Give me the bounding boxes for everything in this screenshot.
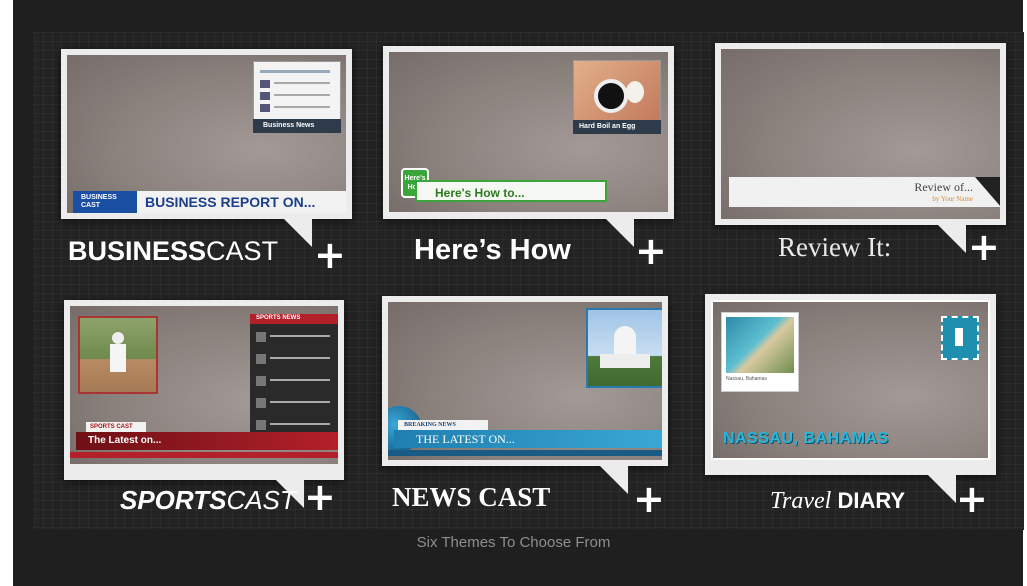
theme-name-bold: SPORTS <box>120 485 227 515</box>
side-panel-title: SPORTS NEWS <box>256 315 301 321</box>
add-theme-newscast-icon[interactable]: + <box>633 480 665 518</box>
lower-third-tag-text: SPORTS CAST <box>90 424 133 430</box>
lower-third-text: The Latest on... <box>88 435 162 446</box>
lower-third-bar: BUSINESS REPORT ON... <box>137 191 346 213</box>
theme-name-travel-diary[interactable]: Travel DIARY <box>770 488 905 515</box>
add-theme-review-it-icon[interactable]: + <box>968 228 1000 266</box>
inset-label: Nassau, Bahamas <box>726 376 767 382</box>
lower-third-tag: SPORTS CAST <box>86 422 146 432</box>
theme-name-businesscast[interactable]: BUSINESSCAST <box>68 236 278 267</box>
theme-tile-travel-diary[interactable]: Nassau, Bahamas NASSAU, BAHAMAS <box>705 294 996 503</box>
inset-beach-photo: Nassau, Bahamas <box>721 312 799 392</box>
theme-preview: Review of... by Your Name <box>721 49 1000 219</box>
gallery-caption: Six Themes To Choose From <box>416 534 611 551</box>
theme-name-review-it[interactable]: Review It: <box>778 232 891 263</box>
theme-preview: BREAKING NEWS THE LATEST ON... <box>388 302 662 460</box>
theme-name-script: Travel <box>770 488 832 514</box>
inset-capitol-photo <box>586 308 662 388</box>
lower-third-text: BUSINESS REPORT ON... <box>145 194 316 210</box>
lower-third-text: Here's How to... <box>435 186 525 200</box>
theme-name-bold: DIARY <box>837 488 906 513</box>
theme-preview: Business News BUSINESS CAST BUSINESS REP… <box>67 55 346 213</box>
place-text: NASSAU, BAHAMAS <box>723 430 889 447</box>
lower-third-bar: Review of... by Your Name <box>729 177 1000 207</box>
inset-label: Hard Boil an Egg <box>579 123 636 130</box>
lower-third-text: Review of... <box>914 180 973 194</box>
theme-preview: SPORTS NEWS SPORTS CAST The Latest on... <box>70 306 338 464</box>
add-theme-travel-diary-icon[interactable]: + <box>956 480 988 518</box>
theme-name-sportscast[interactable]: SPORTSCAST <box>120 485 296 516</box>
stamp-icon <box>941 316 979 360</box>
theme-name-light: CAST <box>226 485 296 515</box>
inset-webpage-thumbnail <box>253 61 341 121</box>
theme-name-light: CAST <box>206 236 279 266</box>
lower-third-logo: BUSINESS CAST <box>73 191 137 213</box>
theme-name-bold: BUSINESS <box>68 236 207 266</box>
theme-tile-sportscast[interactable]: SPORTS NEWS SPORTS CAST The Latest on... <box>64 300 344 508</box>
theme-preview: Nassau, Bahamas NASSAU, BAHAMAS <box>711 300 990 460</box>
lower-third-tag: BREAKING NEWS <box>398 420 488 430</box>
lower-third-bar: Here's How to... <box>415 180 607 202</box>
lower-third-text: THE LATEST ON... <box>416 432 515 446</box>
inset-egg-photo <box>573 60 661 122</box>
add-theme-sportscast-icon[interactable]: + <box>304 478 336 516</box>
logo-line-2: CAST <box>81 202 101 209</box>
sports-news-panel: SPORTS NEWS <box>250 314 338 442</box>
theme-name-heres-how[interactable]: Here’s How <box>414 234 571 267</box>
logo-line-1: BUSINESS <box>81 194 117 201</box>
inset-label-bar: Business News <box>253 119 341 133</box>
add-theme-heres-how-icon[interactable]: + <box>635 232 667 270</box>
inset-baseball-photo <box>78 316 158 394</box>
lower-third-subtext: by Your Name <box>932 195 973 203</box>
lower-third-tag-text: BREAKING NEWS <box>404 422 456 428</box>
theme-tile-businesscast[interactable]: Business News BUSINESS CAST BUSINESS REP… <box>61 49 352 247</box>
theme-tile-heres-how[interactable]: Hard Boil an Egg Here's How Here's How t… <box>383 46 674 247</box>
theme-preview: Hard Boil an Egg Here's How Here's How t… <box>389 52 668 212</box>
lower-third-bar: The Latest on... <box>76 432 338 450</box>
add-theme-businesscast-icon[interactable]: + <box>314 236 346 274</box>
lower-third-bar: THE LATEST ON... <box>394 430 662 448</box>
inset-label: Business News <box>263 122 315 129</box>
inset-label-bar: Hard Boil an Egg <box>573 120 661 134</box>
theme-name-newscast[interactable]: NEWS CAST <box>392 482 550 513</box>
corner-accent <box>975 177 1000 207</box>
theme-tile-newscast[interactable]: BREAKING NEWS THE LATEST ON... <box>382 296 668 494</box>
theme-tile-review-it[interactable]: Review of... by Your Name <box>715 43 1006 253</box>
